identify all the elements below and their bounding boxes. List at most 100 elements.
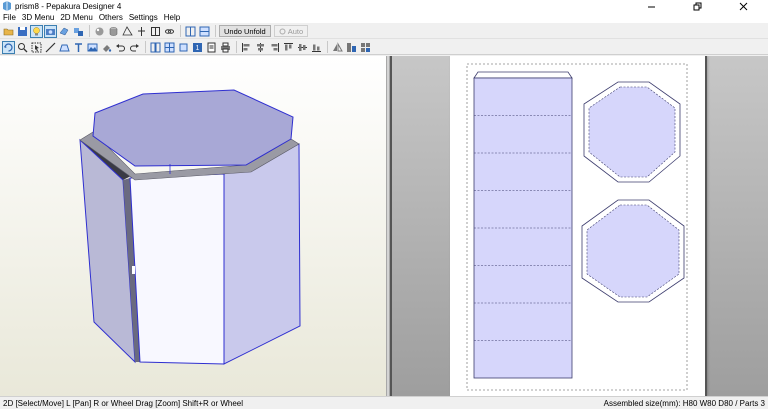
redo-icon bbox=[130, 43, 139, 51]
frame-icon bbox=[151, 26, 160, 36]
align-left-button[interactable] bbox=[240, 41, 253, 54]
split-view-icon bbox=[199, 26, 210, 36]
part-side-strip[interactable] bbox=[473, 71, 573, 379]
3d-view[interactable] bbox=[0, 56, 386, 396]
close-icon bbox=[739, 2, 747, 10]
part-octagon-top[interactable] bbox=[583, 81, 681, 183]
lightbulb-button[interactable] bbox=[30, 24, 43, 38]
draw-line-icon bbox=[45, 42, 56, 52]
page-edge bbox=[705, 56, 707, 396]
zoom-button[interactable] bbox=[16, 41, 29, 54]
part-octagon-bottom[interactable] bbox=[581, 199, 685, 303]
auto-icon bbox=[279, 28, 286, 34]
align-bottom-button[interactable] bbox=[310, 41, 323, 54]
align-top-icon bbox=[284, 42, 293, 50]
zoom-icon bbox=[18, 42, 28, 52]
align-bottom-icon bbox=[312, 44, 321, 52]
join-faces-icon bbox=[122, 25, 133, 35]
pepakura-app-icon bbox=[3, 1, 11, 11]
align-center-button[interactable] bbox=[254, 41, 267, 54]
camera-button[interactable] bbox=[44, 24, 57, 38]
unfold-button[interactable] bbox=[163, 41, 176, 54]
parts-grid-button[interactable] bbox=[149, 41, 162, 54]
undo-button[interactable] bbox=[114, 41, 127, 54]
rotate-button[interactable] bbox=[2, 40, 15, 54]
model-highlight bbox=[132, 266, 135, 274]
undo-unfold-button[interactable]: Undo Unfold bbox=[219, 25, 271, 37]
edit-toolbar: 1 bbox=[0, 40, 768, 55]
arrange-button[interactable] bbox=[359, 41, 372, 54]
link-icon bbox=[165, 28, 174, 34]
redo-button[interactable] bbox=[128, 41, 141, 54]
texture-button[interactable] bbox=[93, 25, 106, 38]
2d-view[interactable] bbox=[390, 56, 768, 396]
paper-sheet bbox=[450, 56, 705, 396]
link-button[interactable] bbox=[163, 25, 176, 38]
close-button[interactable] bbox=[720, 0, 766, 12]
align-middle-icon bbox=[298, 43, 307, 51]
split-view-button[interactable] bbox=[198, 25, 211, 38]
auto-button[interactable]: Auto bbox=[273, 25, 309, 37]
parts-grid-icon bbox=[150, 42, 161, 52]
menu-file[interactable]: File bbox=[0, 12, 19, 23]
draw-line-button[interactable] bbox=[44, 41, 57, 54]
restore-icon bbox=[693, 2, 701, 10]
flap-button[interactable] bbox=[58, 41, 71, 54]
align-top-button[interactable] bbox=[282, 41, 295, 54]
toolbar-separator bbox=[215, 25, 216, 37]
toolbar-separator bbox=[180, 25, 181, 37]
menu-3d[interactable]: 3D Menu bbox=[19, 12, 57, 23]
print-icon bbox=[221, 42, 230, 52]
sort-button[interactable] bbox=[345, 41, 358, 54]
mirror-button[interactable] bbox=[331, 41, 344, 54]
layout-button[interactable] bbox=[184, 25, 197, 38]
layout-icon bbox=[185, 26, 196, 36]
unfold-icon bbox=[164, 42, 175, 52]
auto-label: Auto bbox=[287, 26, 304, 36]
lightbulb-icon bbox=[33, 26, 40, 35]
frame-button[interactable] bbox=[149, 25, 162, 38]
edit-3d-icon bbox=[59, 27, 69, 35]
edit-parts-button[interactable] bbox=[72, 25, 85, 38]
menu-2d[interactable]: 2D Menu bbox=[57, 12, 95, 23]
toolbar-separator bbox=[145, 41, 146, 53]
numbering-button[interactable]: 1 bbox=[191, 41, 204, 54]
status-hint: 2D [Select/Move] L [Pan] R or Wheel Drag… bbox=[3, 398, 244, 408]
menu-others[interactable]: Others bbox=[96, 12, 126, 23]
status-bar: 2D [Select/Move] L [Pan] R or Wheel Drag… bbox=[0, 396, 768, 409]
select-icon bbox=[31, 42, 42, 52]
paint-button[interactable] bbox=[100, 41, 113, 54]
text-button[interactable] bbox=[72, 41, 85, 54]
texture-icon bbox=[95, 27, 104, 35]
unfolded-pattern[interactable] bbox=[450, 56, 705, 396]
camera-icon bbox=[46, 28, 55, 35]
select-button[interactable] bbox=[30, 41, 43, 54]
minimize-button[interactable] bbox=[628, 0, 674, 12]
pin-icon bbox=[138, 26, 145, 36]
toolbar-separator bbox=[236, 41, 237, 53]
print-preview-button[interactable] bbox=[205, 41, 218, 54]
title-bar: prism8 - Pepakura Designer 4 bbox=[0, 0, 768, 12]
cylinder-button[interactable] bbox=[107, 25, 120, 38]
image-button[interactable] bbox=[86, 41, 99, 54]
align-middle-button[interactable] bbox=[296, 41, 309, 54]
text-icon bbox=[75, 42, 82, 52]
numbering-icon: 1 bbox=[193, 42, 202, 52]
octagonal-prism-model[interactable] bbox=[0, 56, 386, 396]
menu-help[interactable]: Help bbox=[161, 12, 183, 23]
rotate-icon bbox=[4, 42, 13, 52]
align-right-button[interactable] bbox=[268, 41, 281, 54]
svg-text:1: 1 bbox=[196, 45, 200, 52]
menu-settings[interactable]: Settings bbox=[126, 12, 161, 23]
flaps-button[interactable] bbox=[177, 41, 190, 54]
open-button[interactable] bbox=[2, 25, 15, 38]
maximize-button[interactable] bbox=[674, 0, 720, 12]
minimize-icon bbox=[647, 6, 655, 7]
save-button[interactable] bbox=[16, 25, 29, 38]
save-icon bbox=[18, 26, 27, 36]
pin-button[interactable] bbox=[135, 25, 148, 38]
print-button[interactable] bbox=[219, 41, 232, 54]
join-faces-button[interactable] bbox=[121, 25, 134, 38]
model-face-right bbox=[223, 143, 301, 365]
edit-3d-button[interactable] bbox=[58, 25, 71, 38]
